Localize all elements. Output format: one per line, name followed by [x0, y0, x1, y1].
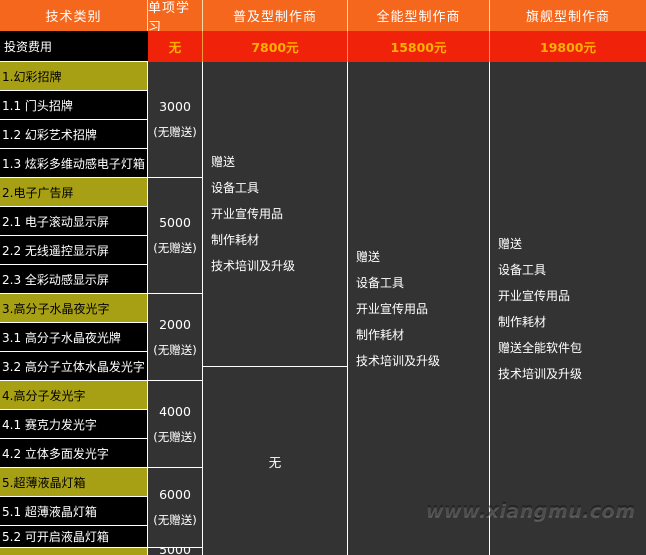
column-header-full-tier: 全能型制作商: [348, 0, 490, 31]
row-label-category: 1.幻彩招牌: [0, 62, 147, 91]
gift-item: 开业宣传用品: [356, 301, 429, 316]
price-amount: 4000: [159, 403, 191, 419]
price-cell-group-4: 4000 (无赠送): [148, 381, 203, 468]
gift-item: 技术培训及升级: [498, 366, 583, 381]
row-label-item: 4.1 赛克力发光字: [0, 410, 147, 439]
row-label-category: [0, 548, 147, 555]
price-cell-group-5: 6000 (无赠送): [148, 468, 203, 548]
investment-cost-label: 投资费用: [0, 31, 148, 62]
gift-item: 设备工具: [498, 262, 547, 277]
row-label-category: 3.高分子水晶夜光字: [0, 294, 147, 323]
gift-list-flagship: 赠送 设备工具 开业宣传用品 制作耗材 赠送全能软件包 技术培训及升级: [490, 62, 646, 555]
row-label-item: 2.2 无线遥控显示屏: [0, 236, 147, 265]
column-header-category: 技术类别: [0, 0, 148, 31]
row-label-category: 5.超薄液晶灯箱: [0, 468, 147, 497]
row-label-item: 2.3 全彩动感显示屏: [0, 265, 147, 294]
price-amount: 3000: [159, 99, 191, 114]
investment-value-popular: 7800元: [203, 31, 348, 62]
price-cell-group-2: 5000 (无赠送): [148, 178, 203, 294]
price-comparison-table: 技术类别 单项学习 普及型制作商 全能型制作商 旗舰型制作商 投资费用 无 78…: [0, 0, 646, 555]
investment-value-full: 15800元: [348, 31, 490, 62]
gift-item: 制作耗材: [211, 233, 260, 247]
price-amount: 5000: [159, 215, 191, 230]
price-cell-group-3: 2000 (无赠送): [148, 294, 203, 381]
price-note: (无赠送): [153, 513, 197, 527]
gift-item: 开业宣传用品: [498, 288, 571, 303]
price-amount: 2000: [159, 316, 191, 332]
row-label-item: 1.1 门头招牌: [0, 91, 147, 120]
gift-item: 赠送全能软件包: [498, 340, 583, 355]
column-header-popular-tier: 普及型制作商: [203, 0, 348, 31]
gift-item: 设备工具: [356, 275, 405, 290]
gift-item: 制作耗材: [498, 314, 547, 329]
gift-item: 赠送: [211, 155, 236, 169]
row-label-item: 2.1 电子滚动显示屏: [0, 207, 147, 236]
price-amount: 5000: [159, 548, 191, 555]
column-header-flagship-tier: 旗舰型制作商: [490, 0, 646, 31]
row-label-item: 3.2 高分子立体水晶发光字: [0, 352, 147, 381]
price-cell-group-6: 5000: [148, 548, 203, 555]
price-note: (无赠送): [153, 342, 197, 357]
gift-list-popular: 赠送 设备工具 开业宣传用品 制作耗材 技术培训及升级: [203, 62, 348, 366]
column-header-single-course: 单项学习: [148, 0, 203, 31]
row-label-item: 1.3 炫彩多维动感电子灯箱: [0, 149, 147, 178]
row-label-category: 4.高分子发光字: [0, 381, 147, 410]
row-label-item: 3.1 高分子水晶夜光牌: [0, 323, 147, 352]
gift-item: 赠送: [498, 236, 523, 251]
price-note: (无赠送): [153, 241, 197, 255]
gift-item: 技术培训及升级: [356, 353, 441, 368]
row-label-item: 1.2 幻彩艺术招牌: [0, 120, 147, 149]
popular-tier-none-cell: 无: [203, 366, 348, 555]
row-label-item: 5.1 超薄液晶灯箱: [0, 497, 147, 526]
price-note: (无赠送): [153, 429, 197, 444]
gift-item: 赠送: [356, 249, 381, 264]
price-cell-group-1: 3000 (无赠送): [148, 62, 203, 178]
row-label-category: 2.电子广告屏: [0, 178, 147, 207]
gift-item: 设备工具: [211, 181, 260, 195]
gift-list-full: 赠送 设备工具 开业宣传用品 制作耗材 技术培训及升级: [348, 62, 490, 555]
gift-item: 技术培训及升级: [211, 259, 296, 273]
investment-value-single: 无: [148, 31, 203, 62]
price-amount: 6000: [159, 487, 191, 502]
row-label-item: 5.2 可开启液晶灯箱: [0, 526, 147, 548]
investment-value-flagship: 19800元: [490, 31, 646, 62]
gift-item: 开业宣传用品: [211, 207, 284, 221]
gift-item: 制作耗材: [356, 327, 405, 342]
row-label-item: 4.2 立体多面发光字: [0, 439, 147, 468]
price-note: (无赠送): [153, 125, 197, 139]
